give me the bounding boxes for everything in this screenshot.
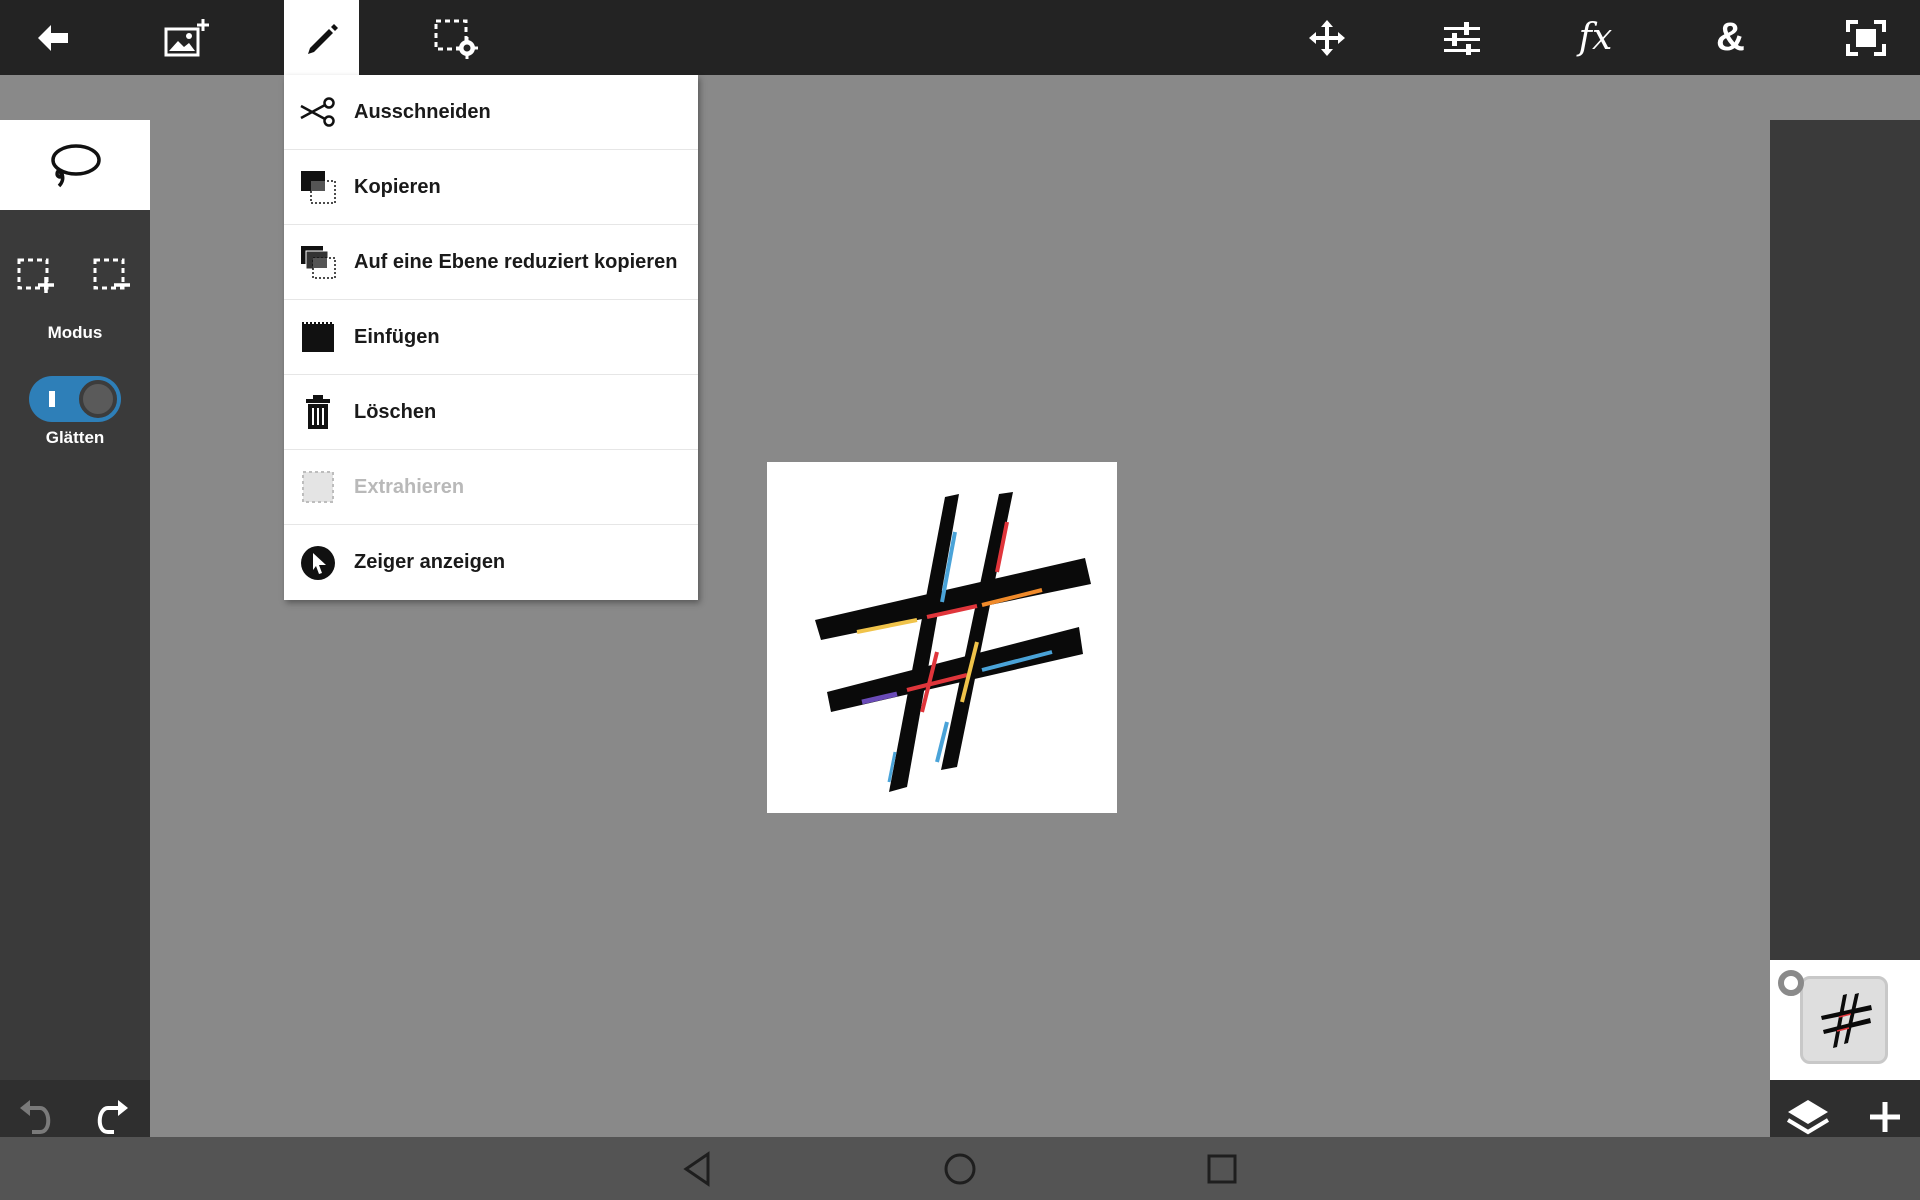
toggle-knob (79, 380, 117, 418)
menu-item-label: Kopieren (354, 175, 441, 198)
layer-thumbnail (1800, 976, 1888, 1064)
triangle-back-icon (683, 1151, 710, 1187)
menu-item-cut[interactable]: Ausschneiden (284, 75, 698, 150)
nav-recents-button[interactable] (1202, 1149, 1242, 1189)
ampersand-icon: & (1716, 15, 1745, 59)
edit-menu-button[interactable] (284, 0, 359, 75)
back-arrow-icon (37, 24, 68, 51)
lasso-icon (51, 144, 101, 188)
nav-home-button[interactable] (940, 1149, 980, 1189)
selection-add-icon (17, 258, 54, 293)
subtract-selection-mode-button[interactable] (92, 257, 132, 297)
add-image-icon (164, 18, 209, 56)
canvas-image[interactable] (767, 462, 1117, 813)
fit-screen-icon (1845, 19, 1886, 56)
pencil-icon (307, 23, 338, 54)
menu-item-show-pointer[interactable]: Zeiger anzeigen (284, 525, 698, 600)
system-navigation-bar (0, 1137, 1920, 1200)
mode-label: Modus (47, 323, 103, 342)
menu-item-label: Auf eine Ebene reduziert kopieren (354, 250, 678, 273)
undo-button[interactable] (14, 1098, 58, 1138)
square-recents-icon (1207, 1154, 1237, 1184)
menu-item-copy[interactable]: Kopieren (284, 150, 698, 225)
undo-icon (20, 1100, 51, 1134)
plus-icon (1870, 1102, 1900, 1132)
menu-item-label: Löschen (354, 400, 437, 423)
menu-item-copy-merged[interactable]: Auf eine Ebene reduziert kopieren (284, 225, 698, 300)
selection-settings-button[interactable] (418, 0, 493, 75)
paste-icon (298, 317, 338, 357)
menu-item-paste[interactable]: Einfügen (284, 300, 698, 375)
menu-item-label: Extrahieren (354, 475, 465, 498)
smooth-label: Glätten (45, 428, 105, 447)
add-image-button[interactable] (150, 0, 225, 75)
selection-subtract-icon (93, 258, 130, 290)
hashtag-brush-image (815, 492, 1091, 792)
menu-item-extract[interactable]: Extrahieren (284, 450, 698, 525)
blend-button[interactable]: & (1693, 0, 1768, 75)
redo-button[interactable] (90, 1098, 134, 1138)
adjustments-button[interactable] (1424, 0, 1499, 75)
back-button[interactable] (15, 0, 90, 75)
copy-icon (298, 167, 338, 207)
layers-icon (1786, 1100, 1830, 1135)
layers-panel (1770, 120, 1920, 1080)
fit-screen-button[interactable] (1828, 0, 1903, 75)
smooth-toggle[interactable] (29, 376, 121, 422)
move-icon (1308, 19, 1345, 56)
tool-options-panel: Modus Glätten (0, 120, 150, 1080)
redo-icon (97, 1100, 128, 1134)
top-toolbar: fx & (0, 0, 1920, 75)
effects-button[interactable]: fx (1558, 0, 1633, 75)
nav-back-button[interactable] (678, 1149, 718, 1189)
edit-dropdown-menu: Ausschneiden Kopieren Auf eine Ebene red… (284, 75, 698, 600)
menu-item-delete[interactable]: Löschen (284, 375, 698, 450)
extract-icon (298, 467, 338, 507)
lasso-tool-button[interactable] (0, 120, 150, 210)
move-button[interactable] (1289, 0, 1364, 75)
layer-item[interactable] (1770, 960, 1920, 1080)
circle-home-icon (944, 1153, 976, 1185)
sliders-icon (1443, 21, 1480, 55)
menu-item-label: Einfügen (354, 325, 440, 348)
trash-icon (298, 392, 338, 432)
selection-gear-icon (434, 19, 478, 59)
add-layer-button[interactable] (1864, 1096, 1906, 1138)
add-selection-mode-button[interactable] (16, 257, 56, 297)
toggle-on-indicator (49, 391, 55, 407)
menu-item-label: Ausschneiden (354, 100, 491, 123)
menu-item-label: Zeiger anzeigen (354, 551, 506, 573)
layers-button[interactable] (1784, 1094, 1832, 1142)
pointer-icon (298, 543, 338, 583)
layer-visibility-indicator[interactable] (1778, 970, 1804, 996)
copy-merged-icon (298, 242, 338, 282)
scissors-icon (298, 92, 338, 132)
fx-icon: fx (1578, 17, 1613, 58)
